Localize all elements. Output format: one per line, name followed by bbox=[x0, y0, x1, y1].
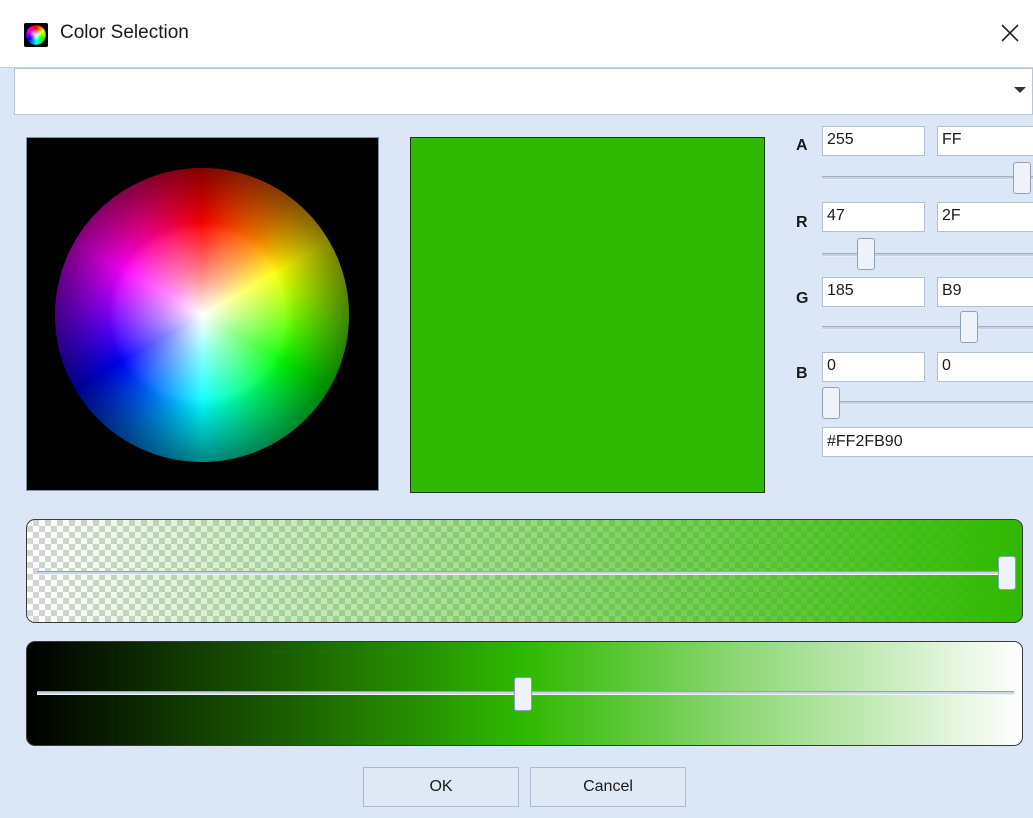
blue-decimal-input[interactable]: 0 bbox=[822, 352, 925, 382]
alpha-hex-input[interactable]: FF bbox=[937, 126, 1033, 156]
brightness-gradient-thumb[interactable] bbox=[513, 677, 532, 711]
brightness-gradient-slider[interactable] bbox=[26, 641, 1023, 746]
window-title: Color Selection bbox=[60, 22, 189, 43]
ok-button[interactable]: OK bbox=[363, 767, 519, 807]
green-slider-track[interactable] bbox=[822, 326, 1033, 330]
alpha-gradient-thumb[interactable] bbox=[998, 556, 1016, 590]
color-preview bbox=[410, 137, 765, 493]
blue-slider-thumb[interactable] bbox=[822, 387, 840, 419]
green-decimal-input[interactable]: 185 bbox=[822, 277, 925, 307]
alpha-slider-track[interactable] bbox=[822, 176, 1033, 180]
chevron-down-icon[interactable] bbox=[1014, 87, 1026, 93]
close-icon bbox=[1001, 24, 1019, 42]
alpha-gradient-slider[interactable] bbox=[26, 519, 1023, 623]
channel-label-a: A bbox=[796, 137, 808, 154]
cancel-button[interactable]: Cancel bbox=[530, 767, 686, 807]
channel-label-b: B bbox=[796, 365, 808, 382]
channel-label-g: G bbox=[796, 290, 809, 307]
red-hex-input[interactable]: 2F bbox=[937, 202, 1033, 232]
hex-color-input[interactable]: #FF2FB90 bbox=[822, 427, 1033, 457]
title-bar: Color Selection bbox=[0, 0, 1033, 68]
red-slider-thumb[interactable] bbox=[857, 238, 876, 270]
color-preset-dropdown[interactable] bbox=[14, 68, 1033, 115]
red-decimal-input[interactable]: 47 bbox=[822, 202, 925, 232]
green-slider-thumb[interactable] bbox=[960, 311, 979, 343]
close-button[interactable] bbox=[992, 12, 1028, 52]
alpha-slider-thumb[interactable] bbox=[1013, 162, 1031, 194]
channel-label-r: R bbox=[796, 214, 808, 231]
alpha-decimal-input[interactable]: 255 bbox=[822, 126, 925, 156]
alpha-gradient-track[interactable] bbox=[37, 571, 1014, 575]
red-slider-track[interactable] bbox=[822, 253, 1033, 257]
color-wheel-icon bbox=[24, 23, 48, 47]
color-wheel-shade bbox=[55, 168, 349, 462]
color-wheel-picker[interactable] bbox=[26, 137, 379, 491]
green-hex-input[interactable]: B9 bbox=[937, 277, 1033, 307]
blue-slider-track[interactable] bbox=[822, 401, 1033, 405]
blue-hex-input[interactable]: 0 bbox=[937, 352, 1033, 382]
